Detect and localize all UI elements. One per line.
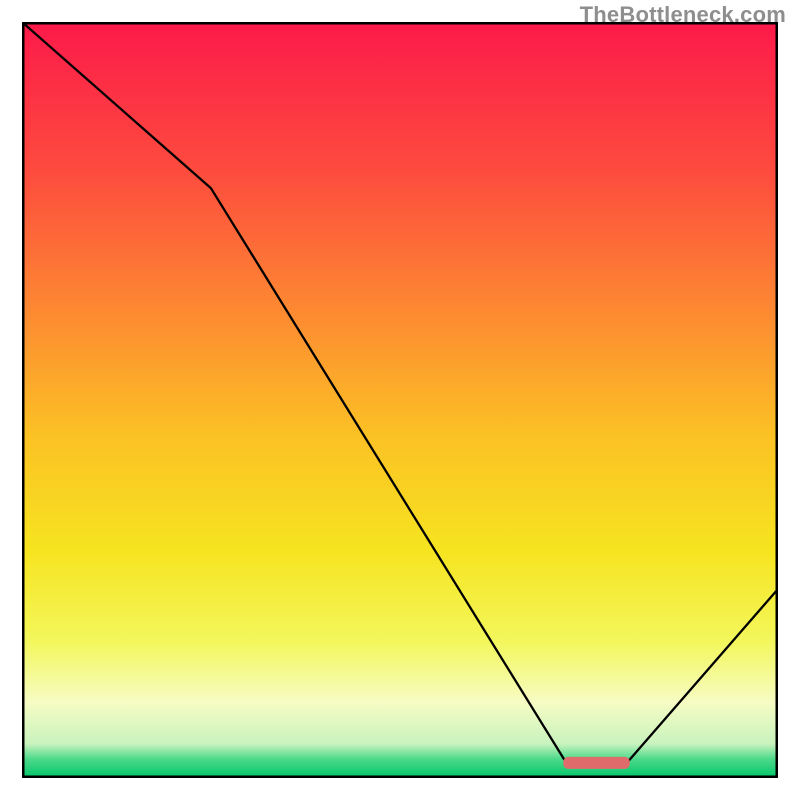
optimum-marker — [563, 757, 630, 769]
chart-background — [22, 22, 778, 778]
chart-container — [22, 22, 778, 778]
watermark-text: TheBottleneck.com — [580, 2, 786, 28]
bottleneck-chart — [22, 22, 778, 778]
